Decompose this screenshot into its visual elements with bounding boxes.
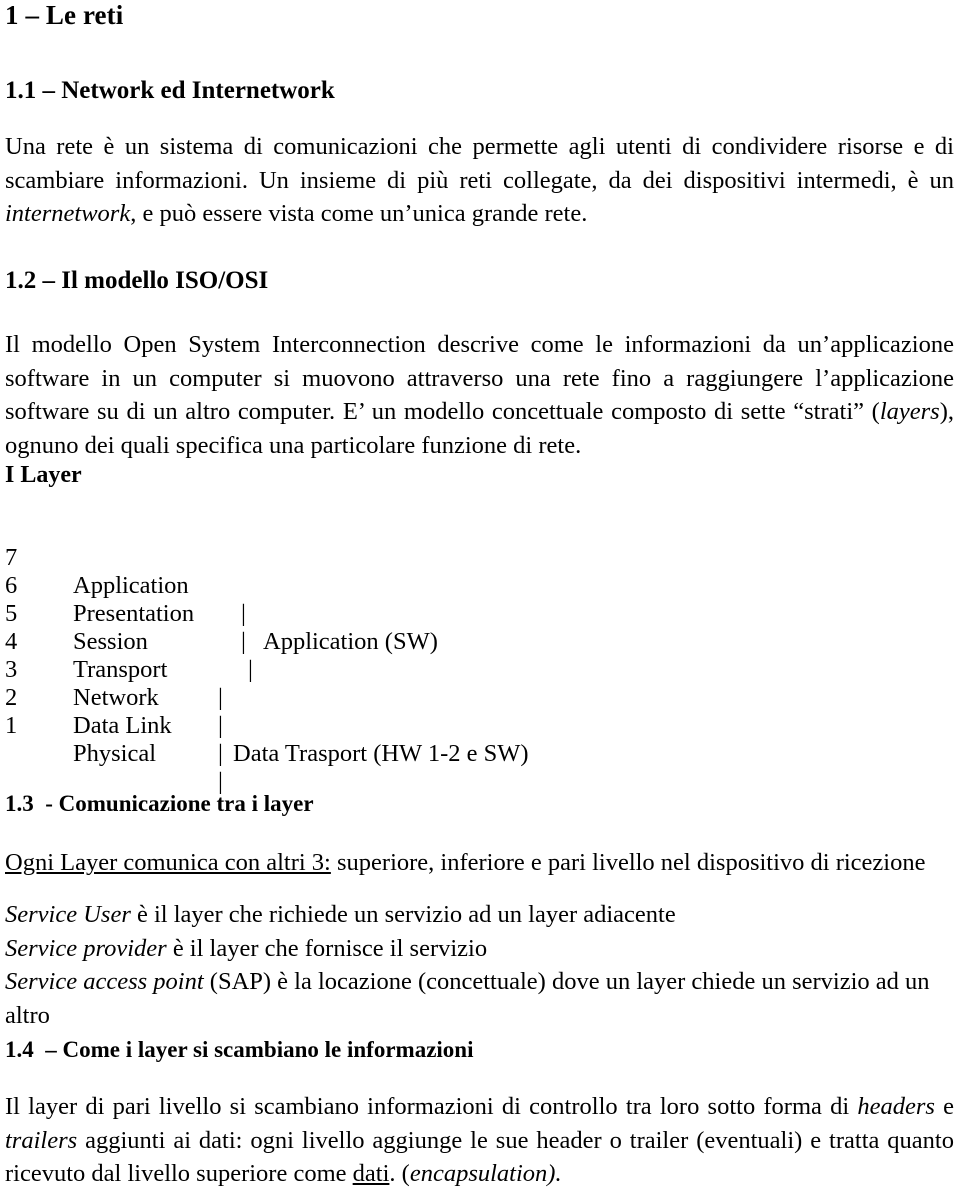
paragraph-encapsulation: Il layer di pari livello si scambiano in… [5,1090,954,1191]
layer-row: 3 Network | Data Trasport (HW 1-2 e SW) [5,628,705,767]
paragraph-text-part: , e può essere vista come un’unica grand… [130,200,588,227]
underlined-dati: dati [352,1160,390,1187]
layer-row: 2 Data Link | [5,656,705,767]
paragraph-network-definition: Una rete è un sistema di comunicazioni c… [5,130,954,231]
layer-name: Data Link [73,712,172,739]
layer-bar-icon: | [218,740,223,767]
definition-service-user: Service User è il layer che richiede un … [5,898,954,932]
definition-term: Service provider [5,934,167,962]
paragraph-text-part: ). [547,1160,562,1187]
heading-section-1-4: 1.4 – Come i layer si scambiano le infor… [5,1037,474,1062]
paragraph-text-part: superiore, inferiore e pari livello nel … [330,849,926,876]
layer-name: Physical [73,740,157,767]
paragraph-layer-communication: Ogni Layer comunica con altri 3: superio… [5,846,954,880]
osi-layer-stack: 7 Application | Application (SW) 6 Prese… [5,516,705,795]
paragraph-text-part: e [934,1093,954,1120]
definition-service-provider: Service provider è il layer che fornisce… [5,932,954,966]
underlined-lead-in: Ogni Layer comunica con altri 3: [5,849,331,876]
heading-section-1-1: 1.1 – Network ed Internetwork [5,77,335,104]
definition-service-access-point: Service access point (SAP) è la locazion… [5,965,954,1032]
emphasis-trailers: trailers [5,1126,78,1154]
heading-i-layer: I Layer [5,462,82,488]
layer-number: 1 [5,712,18,739]
heading-section-1: 1 – Le reti [5,0,124,30]
definition-text: è il layer che richiede un servizio ad u… [130,901,676,928]
layer-row: 6 Presentation | [5,544,705,655]
definition-term: Service User [5,901,131,928]
definition-term: Service access point [5,968,204,995]
layer-row: 1 Physical | [5,684,705,795]
emphasis-encapsulation: encapsulation [409,1160,548,1187]
emphasis-internetwork: internetwork [5,200,131,227]
paragraph-iso-osi-description: Il modello Open System Interconnection d… [5,328,954,462]
paragraph-text-part: . ( [389,1160,410,1187]
emphasis-headers: headers [857,1093,935,1120]
layer-row: 5 Session | [5,572,705,683]
layer-row: 4 Transport | [5,600,705,711]
paragraph-text-part: Una rete è un sistema di comunicazioni c… [5,133,954,194]
emphasis-layers: layers [879,398,940,425]
service-definitions-list: Service User è il layer che richiede un … [5,898,954,1032]
definition-text: è il layer che fornisce il servizio [166,934,488,962]
paragraph-text-part: Il layer di pari livello si scambiano in… [5,1093,858,1120]
layer-row: 7 Application | Application (SW) [5,516,705,655]
heading-section-1-2: 1.2 – Il modello ISO/OSI [5,267,269,294]
paragraph-text-part: Il modello Open System Interconnection d… [5,331,954,425]
layer-bar-icon: | [218,712,223,739]
layer-group-label: Data Trasport (HW 1-2 e SW) [233,740,529,767]
document-page: 1 – Le reti 1.1 – Network ed Internetwor… [0,0,960,1188]
heading-section-1-3: 1.3 - Comunicazione tra i layer [5,791,314,816]
